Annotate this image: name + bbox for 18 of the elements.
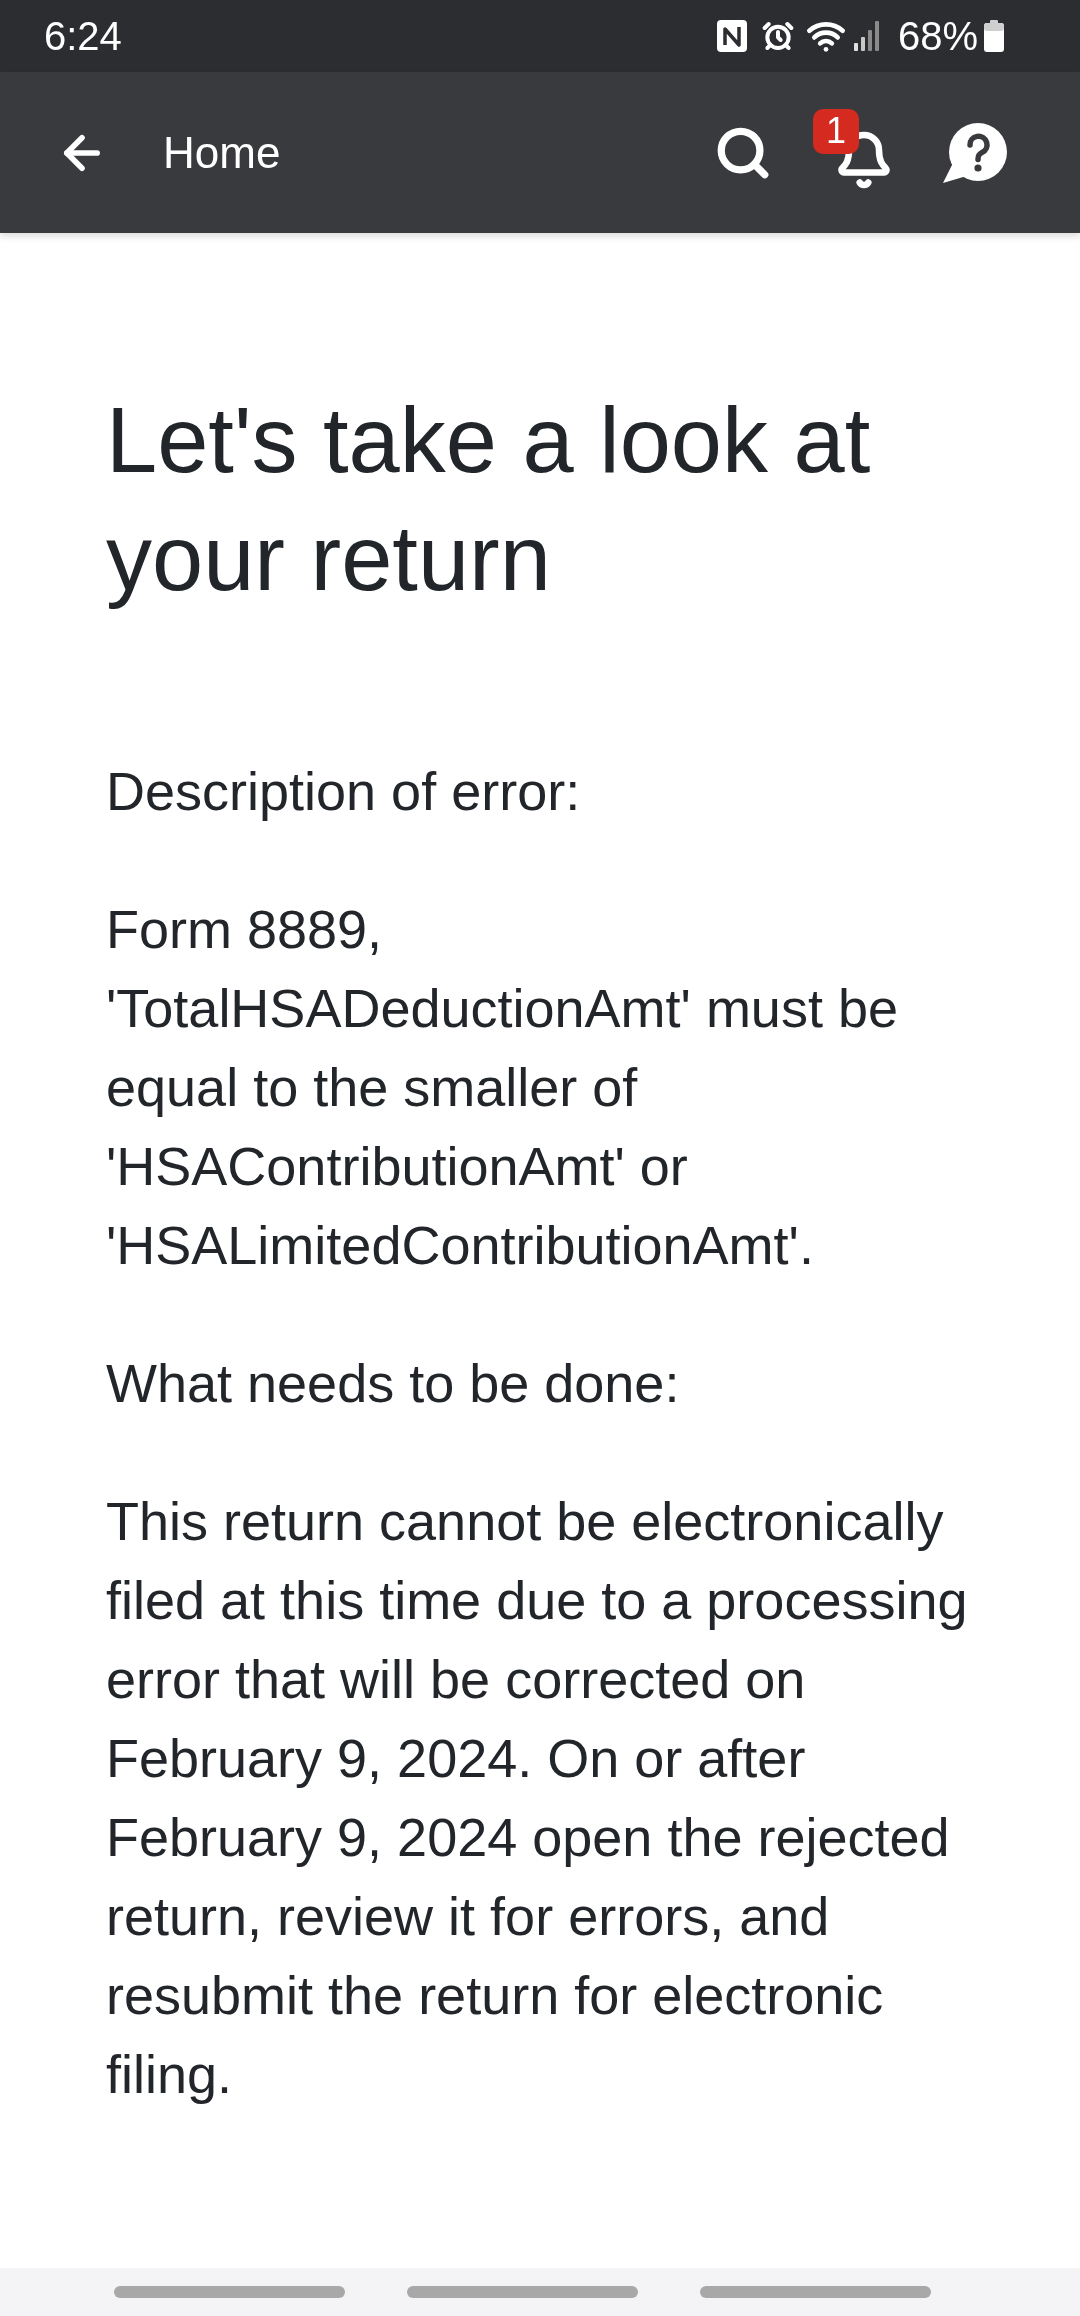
signal-icon — [853, 21, 881, 51]
notification-badge: 1 — [813, 108, 859, 154]
help-icon — [940, 122, 1008, 183]
battery-percent: 68% — [897, 16, 978, 56]
alarm-icon — [761, 20, 794, 52]
notifications-button[interactable]: 1 — [811, 108, 899, 197]
status-time: 6:24 — [44, 16, 122, 56]
page-indicator-icon — [114, 2286, 345, 2298]
section-text: This return cannot be electronically filed at this time due to a processing error that will be corrected on February 9, 2024. On or after February 9, 2024 open the rejected return, review it for errors, and resubmit the return for electronic filing. — [106, 1490, 969, 2106]
page-indicator-icon — [700, 2286, 931, 2298]
section-text: Form 8889, 'TotalHSADeductionAmt' must be equal to the smaller of 'HSAContributionAmt' or 'HSALimitedContributionAmt'. — [106, 898, 899, 1277]
nfc-icon — [716, 20, 747, 52]
page-heading: Let's take a look at your return — [106, 388, 872, 611]
app-bar-title: Home — [163, 130, 281, 175]
battery-icon — [984, 20, 1004, 52]
section-label: What needs to be done: — [106, 1352, 681, 1415]
page-indicator-icon — [407, 2286, 638, 2298]
section-label: Description of error: — [106, 760, 582, 823]
